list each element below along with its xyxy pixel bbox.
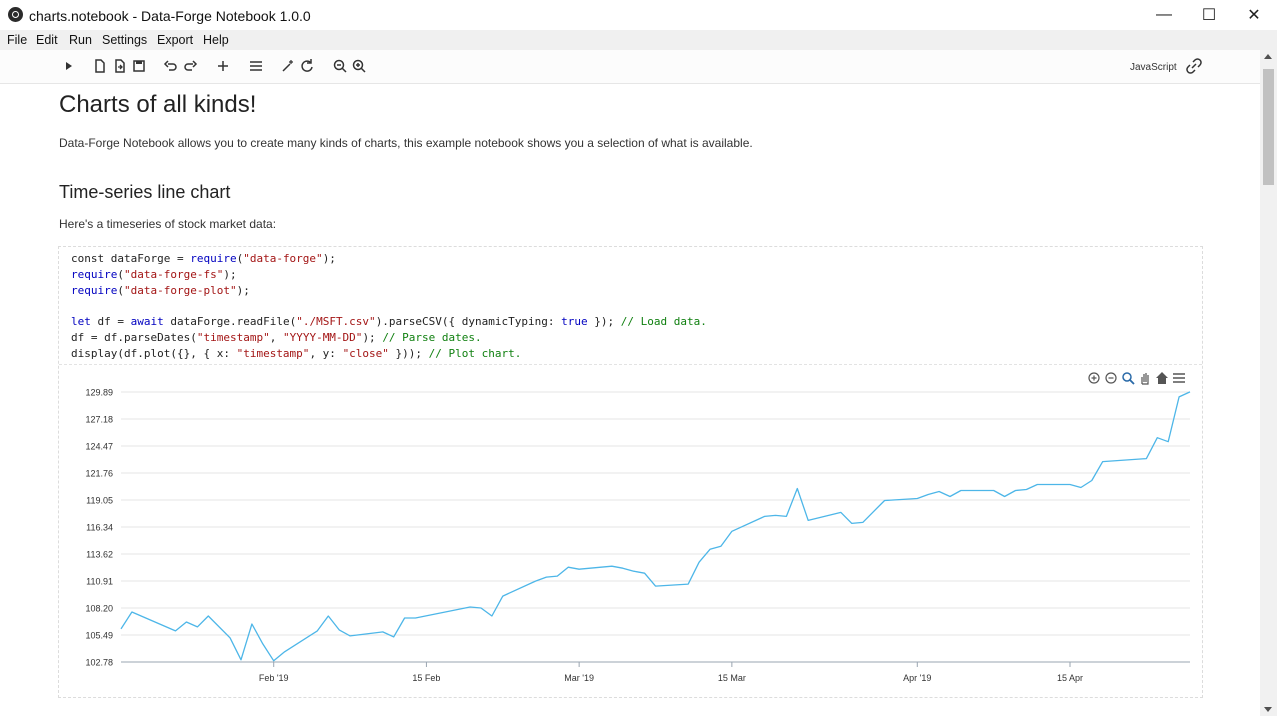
section-title: Time-series line chart	[59, 182, 231, 202]
code-token: require	[190, 252, 237, 265]
save-icon[interactable]	[131, 58, 147, 74]
code-token: let	[71, 315, 91, 329]
code-token: , y:	[309, 346, 343, 360]
language-label[interactable]: JavaScript	[1130, 62, 1177, 73]
code-token: require	[71, 283, 118, 297]
code-token: dataForge.readFile(	[163, 315, 297, 329]
menu-edit[interactable]: Edit	[36, 33, 58, 47]
code-token: "YYYY-MM-DD"	[282, 330, 363, 344]
menu-bar: File Edit Run Settings Export Help	[0, 30, 1277, 50]
maximize-button[interactable]: ☐	[1186, 0, 1232, 30]
y-tick-label: 102.78	[85, 658, 113, 668]
menu-help[interactable]: Help	[203, 33, 229, 47]
close-button[interactable]: ✕	[1231, 0, 1277, 30]
code-token: const dataForge =	[71, 252, 191, 265]
code-token: );	[223, 267, 237, 281]
y-tick-label: 108.20	[85, 604, 113, 614]
code-token: // Load data.	[620, 315, 707, 329]
scroll-up-icon[interactable]	[1264, 54, 1272, 59]
menu-export[interactable]: Export	[157, 33, 193, 47]
x-tick-label: Mar '19	[564, 673, 594, 683]
code-token: df =	[90, 315, 131, 329]
zoom-out-icon[interactable]	[332, 58, 348, 74]
minimize-button[interactable]: —	[1141, 0, 1187, 30]
code-line[interactable]: df = df.parseDates("timestamp", "YYYY-MM…	[71, 330, 707, 346]
code-token: // Parse dates.	[382, 330, 482, 344]
new-file-icon[interactable]	[92, 58, 108, 74]
code-token: );	[236, 283, 250, 297]
section-intro: Here's a timeseries of stock market data…	[59, 217, 277, 231]
menu-file[interactable]: File	[7, 33, 27, 47]
code-token: require	[71, 267, 118, 281]
title-bar: charts.notebook - Data-Forge Notebook 1.…	[0, 0, 1277, 30]
redo-icon[interactable]	[182, 58, 198, 74]
code-token: await	[130, 315, 164, 329]
notebook-title: Charts of all kinds!	[59, 91, 257, 118]
code-token: // Plot chart.	[428, 346, 522, 360]
code-line[interactable]: require("data-forge-fs");	[71, 267, 707, 283]
close-price-line	[120, 391, 1191, 662]
code-token: ,	[269, 330, 283, 344]
y-tick-label: 110.91	[86, 577, 113, 587]
code-line[interactable]: let df = await dataForge.readFile("./MSF…	[71, 314, 707, 330]
code-token: "./MSFT.csv"	[296, 315, 376, 329]
code-token: true	[561, 315, 588, 329]
magic-icon[interactable]	[280, 58, 296, 74]
code-token: "timestamp"	[236, 346, 310, 360]
code-line[interactable]: require("data-forge-plot");	[71, 283, 707, 299]
toolbar: JavaScript	[0, 50, 1260, 84]
stock-line-chart[interactable]: 129.89 127.18 124.47 121.76 119.05 116.34 113.…	[59, 364, 1200, 697]
zoom-in-icon[interactable]	[351, 58, 367, 74]
code-token: "close"	[342, 346, 389, 360]
undo-icon[interactable]	[163, 58, 179, 74]
y-tick-label: 113.62	[86, 550, 113, 560]
code-token: );	[322, 252, 336, 265]
code-token: (	[117, 267, 124, 281]
code-line[interactable]: display(df.plot({}, { x: "timestamp", y:…	[71, 346, 707, 362]
code-token: "data-forge-plot"	[123, 283, 237, 297]
code-token: (	[117, 283, 124, 297]
y-tick-label: 105.49	[85, 631, 113, 641]
code-token: ).parseCSV({ dynamicTyping:	[375, 315, 562, 329]
menu-run[interactable]: Run	[69, 33, 92, 47]
scroll-thumb[interactable]	[1263, 69, 1274, 185]
code-token: });	[587, 315, 621, 329]
code-token: df = df.parseDates(	[71, 330, 197, 344]
code-token: "timestamp"	[196, 330, 270, 344]
x-tick-label: Feb '19	[259, 673, 289, 683]
y-tick-label: 127.18	[85, 414, 113, 424]
add-cell-icon[interactable]	[215, 58, 231, 74]
code-token: "data-forge"	[243, 252, 323, 265]
x-tick-label: 15 Feb	[412, 673, 440, 683]
open-file-icon[interactable]	[112, 58, 128, 74]
refresh-icon[interactable]	[299, 58, 315, 74]
y-tick-label: 119.05	[86, 495, 113, 505]
code-token: }));	[388, 346, 429, 360]
y-tick-label: 116.34	[86, 522, 113, 532]
link-icon[interactable]	[1186, 58, 1202, 74]
intro-text: Data-Forge Notebook allows you to create…	[59, 136, 753, 150]
code-token: "data-forge-fs"	[123, 267, 224, 281]
code-cell[interactable]: const dataForge = require("data-forge");…	[58, 246, 1203, 698]
scroll-down-icon[interactable]	[1264, 707, 1272, 712]
x-tick-label: 15 Mar	[718, 673, 746, 683]
code-token: );	[362, 330, 383, 344]
run-icon[interactable]	[61, 58, 77, 74]
code-token: display(df.plot({}, { x:	[71, 346, 237, 360]
y-tick-label: 129.89	[85, 388, 113, 398]
app-logo-icon	[8, 7, 23, 22]
menu-lines-icon[interactable]	[248, 58, 264, 74]
window-title: charts.notebook - Data-Forge Notebook 1.…	[29, 8, 311, 24]
y-tick-label: 121.76	[85, 468, 113, 478]
y-tick-label: 124.47	[85, 441, 113, 451]
x-tick-label: Apr '19	[903, 673, 931, 683]
code-line[interactable]: const dataForge = require("data-forge");	[71, 251, 707, 267]
x-tick-label: 15 Apr	[1057, 673, 1083, 683]
menu-settings[interactable]: Settings	[102, 33, 147, 47]
vertical-scrollbar[interactable]	[1260, 50, 1277, 716]
code-line[interactable]	[71, 298, 707, 314]
code-editor[interactable]: const dataForge = require("data-forge");…	[71, 251, 707, 362]
